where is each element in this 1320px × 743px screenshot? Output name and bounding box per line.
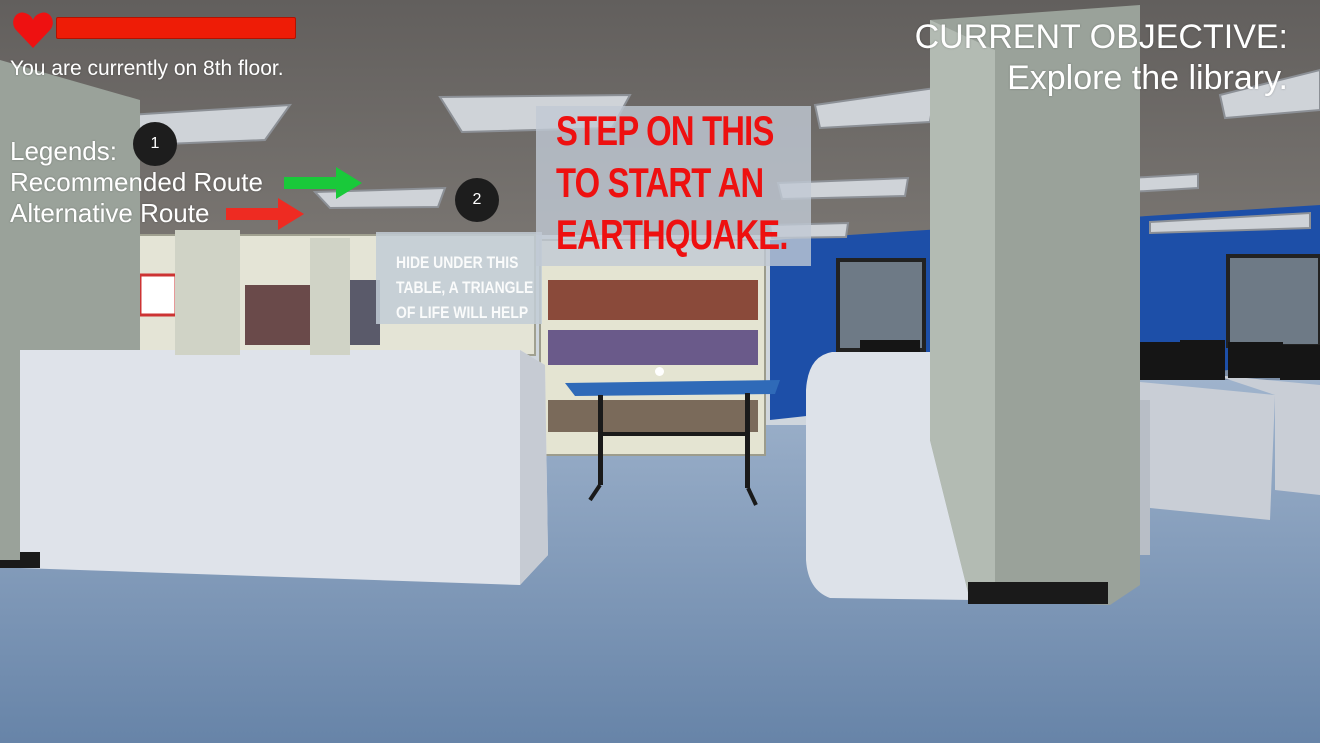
earthquake-sign-line-3: EARTHQUAKE.	[556, 211, 788, 258]
earthquake-sign-line-2: TO START AN	[556, 159, 764, 206]
red-arrow-icon	[226, 198, 304, 230]
heart-icon	[13, 12, 53, 49]
hint-sign-line-1: HIDE UNDER THIS	[396, 253, 519, 272]
hint-sign-line-2: TABLE, A TRIANGLE	[396, 278, 534, 297]
floor-indicator: You are currently on 8th floor.	[10, 57, 284, 80]
left-counter	[0, 350, 548, 585]
earthquake-sign-line-1: STEP ON THIS	[556, 107, 774, 154]
legend-title: Legends:	[10, 136, 117, 166]
earthquake-trigger-sign: STEP ON THIS TO START AN EARTHQUAKE.	[556, 105, 788, 261]
waypoint-marker-2: 2	[455, 178, 499, 222]
objective-text: Explore the library.	[1007, 59, 1288, 97]
health-bar	[56, 17, 296, 39]
hide-table-hint-sign: HIDE UNDER THIS TABLE, A TRIANGLE OF LIF…	[396, 250, 534, 325]
hint-sign-line-3: OF LIFE WILL HELP	[396, 303, 529, 322]
waypoint-marker-1: 1	[133, 122, 177, 166]
legend-recommended-label: Recommended Route	[10, 167, 263, 197]
crosshair	[655, 367, 664, 376]
legend-alternative-label: Alternative Route	[10, 198, 210, 228]
objective-title: CURRENT OBJECTIVE:	[914, 18, 1288, 56]
green-arrow-icon	[284, 167, 362, 199]
